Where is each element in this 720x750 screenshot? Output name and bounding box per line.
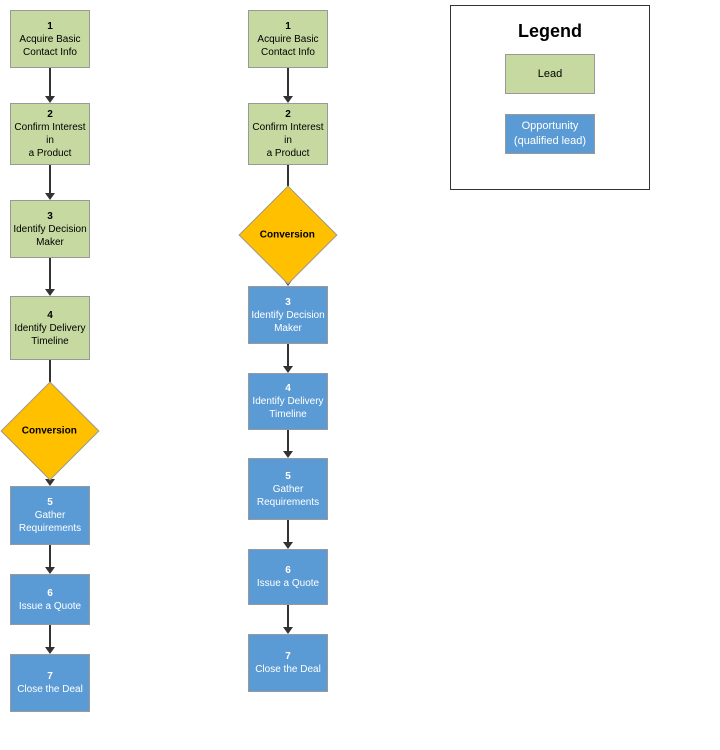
flow2-node6: 6Issue a Quote xyxy=(248,549,328,605)
flow2-node3: 3Identify DecisionMaker xyxy=(248,286,328,344)
flow1-node4: 4Identify DeliveryTimeline xyxy=(10,296,90,360)
flow1-node3: 3Identify DecisionMaker xyxy=(10,200,90,258)
flow2-node4: 4Identify DeliveryTimeline xyxy=(248,373,328,430)
flow1-node7: 7Close the Deal xyxy=(10,654,90,712)
flow1-node1: 1Acquire BasicContact Info xyxy=(10,10,90,68)
flow1-node5: 5GatherRequirements xyxy=(10,486,90,545)
flow1-node6: 6Issue a Quote xyxy=(10,574,90,625)
legend: Legend Lead Opportunity (qualified lead) xyxy=(450,5,650,190)
flow2-conversion: Conversion xyxy=(239,186,338,285)
flow2-node1: 1Acquire BasicContact Info xyxy=(248,10,328,68)
flow1-conversion: Conversion xyxy=(1,382,100,481)
legend-title: Legend xyxy=(471,21,629,42)
flow2-node5: 5GatherRequirements xyxy=(248,458,328,520)
legend-lead-item: Lead xyxy=(505,54,595,94)
flow2-node7: 7Close the Deal xyxy=(248,634,328,692)
legend-opportunity-item: Opportunity (qualified lead) xyxy=(505,114,595,154)
diagram-container: 1Acquire BasicContact Info 2Confirm Inte… xyxy=(0,0,720,750)
flow1-node2: 2Confirm Interest ina Product xyxy=(10,103,90,165)
flow2-node2: 2Confirm Interest ina Product xyxy=(248,103,328,165)
